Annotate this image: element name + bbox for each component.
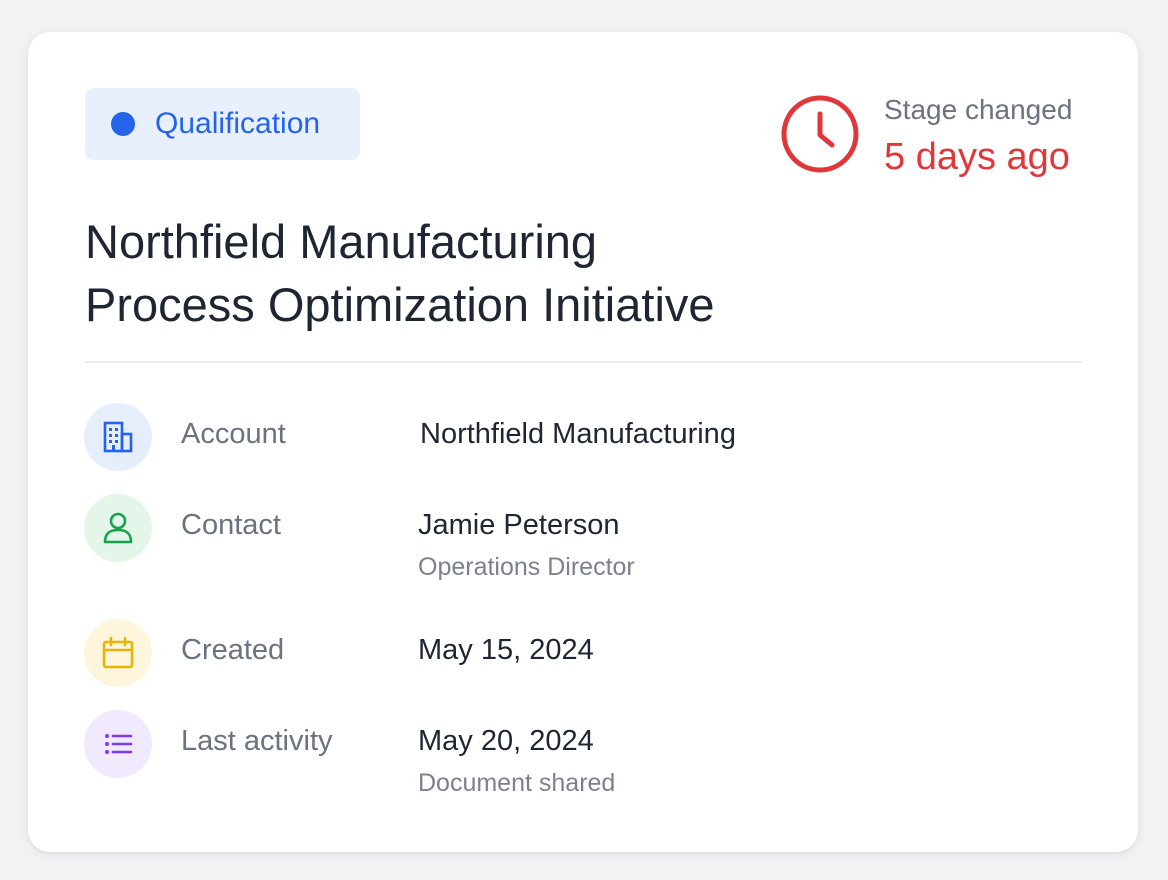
created-label: Created bbox=[181, 634, 285, 666]
contact-value[interactable]: Jamie Peterson bbox=[418, 509, 620, 542]
stage-dot-icon bbox=[111, 112, 135, 136]
account-icon-badge bbox=[84, 403, 152, 471]
account-value[interactable]: Northfield Manufacturing bbox=[420, 418, 736, 451]
created-value: May 15, 2024 bbox=[418, 634, 594, 666]
stage-badge[interactable]: Qualification bbox=[85, 88, 360, 160]
building-icon bbox=[103, 421, 133, 453]
created-icon-badge bbox=[84, 619, 152, 687]
contact-icon-badge bbox=[84, 494, 152, 562]
stage-changed-ago: 5 days ago bbox=[884, 136, 1070, 178]
last-activity-value: May 20, 2024 bbox=[418, 725, 594, 757]
calendar-icon bbox=[102, 636, 134, 669]
list-icon bbox=[105, 734, 133, 754]
deal-title: Northfield Manufacturing Process Optimiz… bbox=[85, 210, 985, 336]
divider bbox=[85, 361, 1082, 363]
contact-title: Operations Director bbox=[418, 553, 635, 581]
last-activity-description[interactable]: Document shared bbox=[418, 769, 615, 798]
deal-title-line-2: Process Optimization Initiative bbox=[85, 278, 715, 331]
account-label: Account bbox=[181, 418, 286, 450]
stage-label: Qualification bbox=[155, 107, 321, 140]
clock-icon bbox=[781, 95, 859, 173]
stage-changed-caption: Stage changed bbox=[884, 94, 1073, 125]
activity-icon-badge bbox=[84, 710, 152, 778]
user-icon bbox=[103, 512, 133, 544]
contact-label: Contact bbox=[181, 509, 281, 541]
deal-title-line-1: Northfield Manufacturing bbox=[85, 215, 598, 268]
last-activity-label: Last activity bbox=[181, 725, 333, 757]
deal-card: Qualification Stage changed 5 days ago N… bbox=[28, 32, 1138, 852]
